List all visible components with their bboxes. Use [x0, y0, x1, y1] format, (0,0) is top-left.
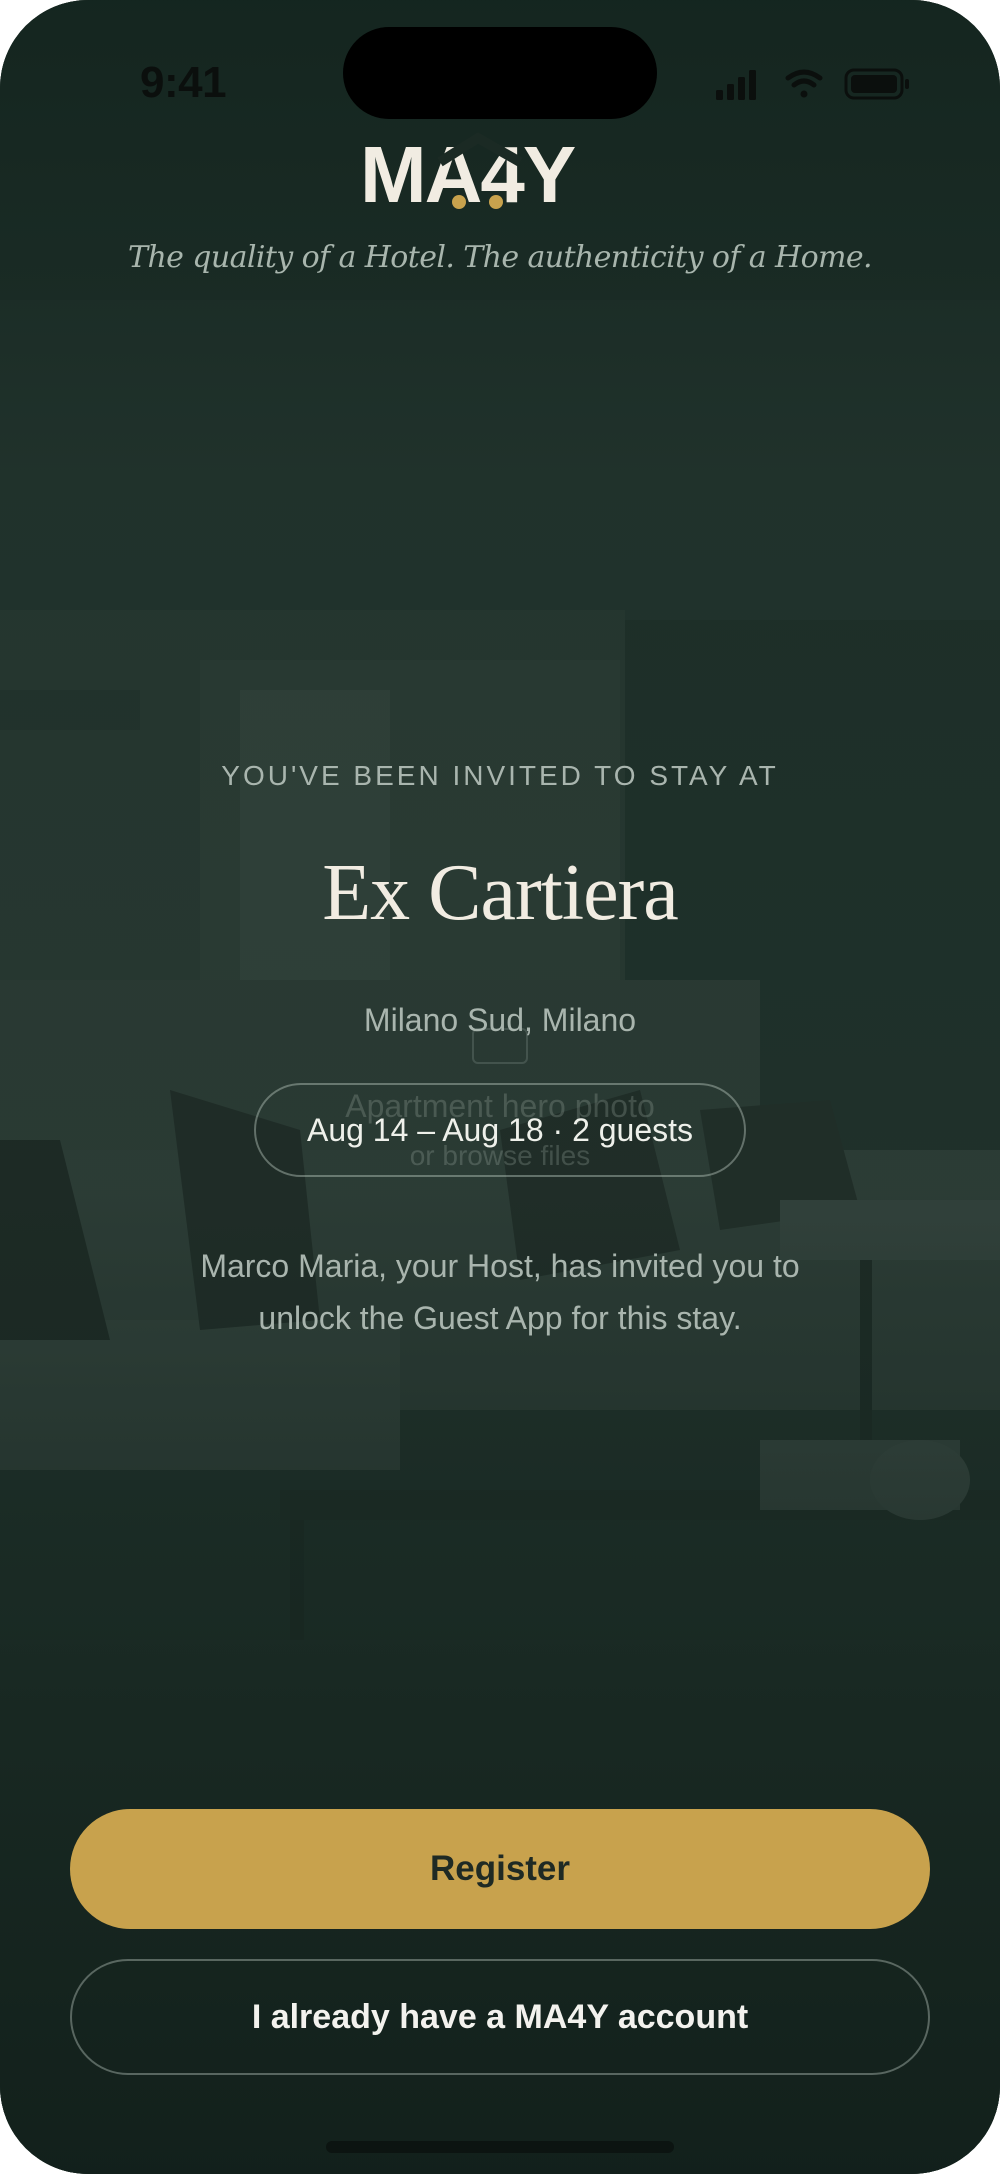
invite-message: Marco Maria, your Host, has invited you …: [200, 1248, 800, 1336]
status-icons: [716, 68, 909, 100]
home-indicator[interactable]: [326, 2141, 674, 2153]
register-button[interactable]: Register: [70, 1809, 930, 1929]
battery-icon: [844, 68, 909, 100]
dynamic-island: [343, 27, 657, 119]
signal-icon: [716, 70, 756, 100]
property-name: Ex Cartiera: [322, 849, 678, 937]
stay-dates-pill: Aug 14 – Aug 18 · 2 guests: [254, 1083, 746, 1177]
phone-screen: 9:41 MA4Y The quality of a Hotel. The au…: [0, 0, 1000, 2174]
brand-logo: MA4Y: [360, 132, 578, 212]
brand-tagline: The quality of a Hotel. The authenticity…: [128, 240, 873, 275]
existing-account-button[interactable]: I already have a MA4Y account: [70, 1959, 930, 2075]
status-time: 9:41: [140, 58, 227, 107]
property-location: Milano Sud, Milano: [363, 1002, 637, 1038]
invite-kicker: YOU'VE BEEN INVITED TO STAY AT: [221, 760, 779, 791]
wifi-icon: [785, 69, 823, 98]
